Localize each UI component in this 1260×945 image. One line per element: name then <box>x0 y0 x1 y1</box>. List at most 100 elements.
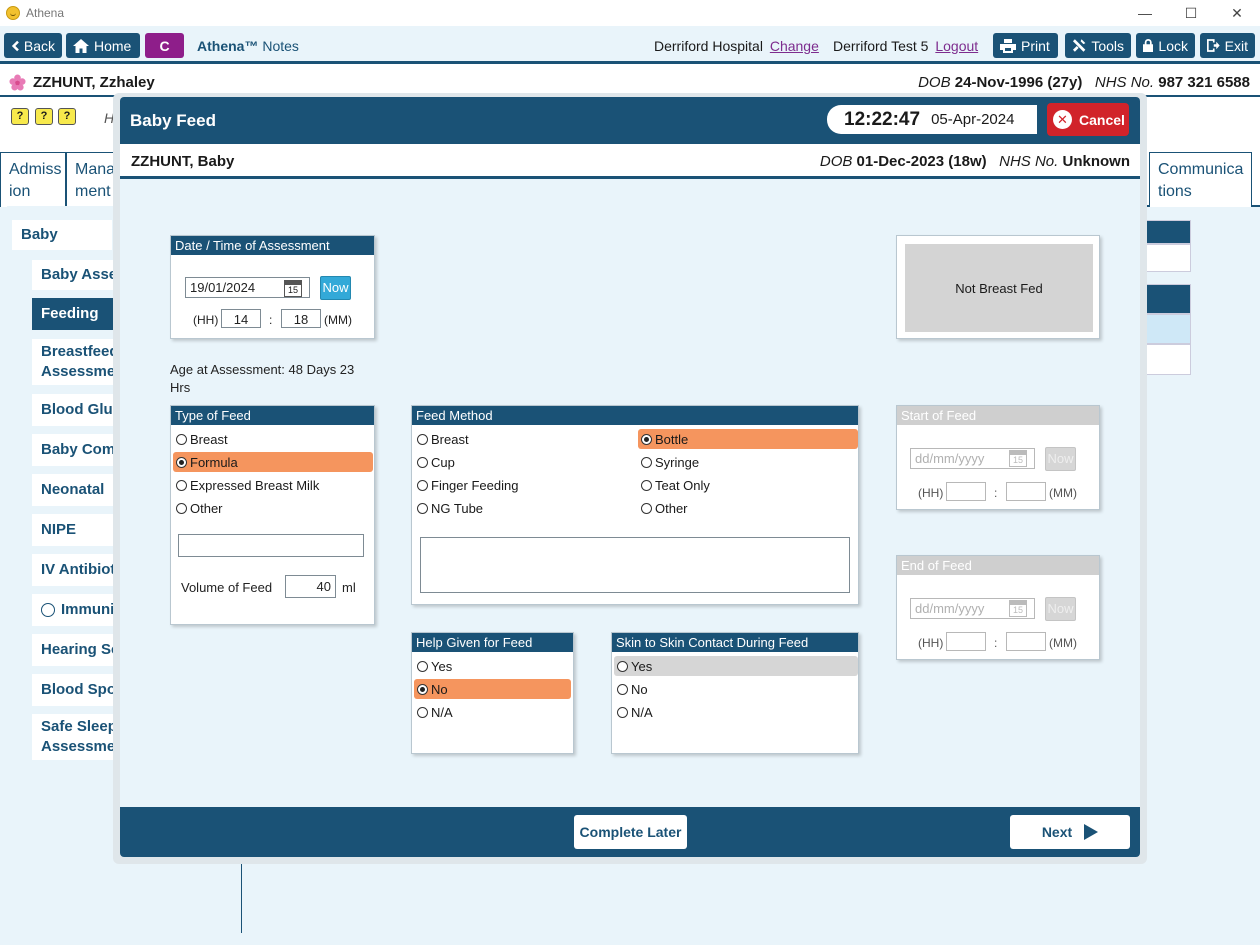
end-hour-input[interactable] <box>946 632 986 651</box>
background-panel-header <box>1141 284 1191 314</box>
dialog-footer: Complete Later Next <box>120 807 1140 857</box>
c-button[interactable]: C <box>145 33 184 58</box>
feed-method-option-ng-tube[interactable]: NG Tube <box>414 498 630 518</box>
panel-header: Type of Feed <box>171 406 374 425</box>
start-hour-input[interactable] <box>946 482 986 501</box>
next-label: Next <box>1041 824 1073 840</box>
dialog-title: Baby Feed <box>130 111 216 130</box>
mm-label: (MM) <box>1049 486 1077 500</box>
hh-label: (HH) <box>918 486 944 500</box>
feed-method-option-finger[interactable]: Finger Feeding <box>414 475 630 495</box>
dob-label: DOB <box>918 74 951 91</box>
tools-button[interactable]: Tools <box>1065 33 1131 58</box>
window-titlebar: Athena — ☐ ✕ <box>0 0 1260 26</box>
feed-type-option-formula[interactable]: Formula <box>173 452 373 472</box>
home-icon <box>73 38 89 53</box>
radio-icon <box>176 502 187 514</box>
baby-nhs-number: Unknown <box>1062 153 1131 170</box>
panel-header: Skin to Skin Contact During Feed <box>612 633 858 652</box>
start-minute-input[interactable] <box>1006 482 1046 501</box>
skin-option-no[interactable]: No <box>614 679 858 699</box>
cancel-label: Cancel <box>1079 111 1125 128</box>
printer-icon <box>1000 38 1016 53</box>
panel-header: Help Given for Feed <box>412 633 573 652</box>
window-title: Athena <box>26 6 65 20</box>
radio-icon <box>417 683 428 695</box>
feed-method-option-cup[interactable]: Cup <box>414 452 630 472</box>
athena-logo-icon <box>6 6 20 20</box>
radio-icon <box>641 456 652 468</box>
status-circle-icon <box>41 603 55 617</box>
close-window-icon[interactable]: ✕ <box>1214 0 1260 26</box>
clock-display: 12:22:47 05-Apr-2024 <box>827 105 1037 134</box>
sidebar-item-baby[interactable]: Baby <box>12 220 112 250</box>
feed-method-option-teat[interactable]: Teat Only <box>638 475 858 495</box>
start-now-button[interactable]: Now <box>1045 447 1076 471</box>
volume-unit: ml <box>342 580 356 595</box>
baby-dob: 01-Dec-2023 (18w) <box>856 153 987 170</box>
background-divider <box>241 860 242 933</box>
baby-name: ZZHUNT, Baby <box>131 153 235 170</box>
next-button[interactable]: Next <box>1010 815 1130 849</box>
now-button[interactable]: Now <box>320 276 351 300</box>
end-minute-input[interactable] <box>1006 632 1046 651</box>
option-label: Expressed Breast Milk <box>190 477 320 493</box>
option-label: Other <box>190 500 223 516</box>
complete-later-button[interactable]: Complete Later <box>574 815 687 849</box>
feed-method-option-other[interactable]: Other <box>638 498 858 518</box>
patient-demographics: DOB 24-Nov-1996 (27y) NHS No. 987 321 65… <box>918 74 1250 91</box>
feed-method-option-syringe[interactable]: Syringe <box>638 452 858 472</box>
exit-button[interactable]: Exit <box>1200 33 1255 58</box>
end-now-button[interactable]: Now <box>1045 597 1076 621</box>
calendar-icon[interactable]: 15 <box>1009 600 1027 617</box>
change-hospital-link[interactable]: Change <box>770 38 819 54</box>
calendar-icon[interactable]: 15 <box>284 280 302 297</box>
hh-label: (HH) <box>193 313 219 327</box>
patient-nhs-number: 987 321 6588 <box>1158 74 1250 91</box>
tab-communications[interactable]: Communica tions <box>1149 152 1252 207</box>
assessment-hour-input[interactable]: 14 <box>221 309 261 328</box>
back-button[interactable]: Back <box>4 33 62 58</box>
user-name: Derriford Test 5 <box>833 38 929 54</box>
volume-label: Volume of Feed <box>181 580 273 595</box>
assessment-minute-input[interactable]: 18 <box>281 309 321 328</box>
logout-link[interactable]: Logout <box>935 38 978 54</box>
feed-type-option-breast[interactable]: Breast <box>173 429 373 449</box>
print-button[interactable]: Print <box>993 33 1058 58</box>
feed-method-other-input[interactable] <box>420 537 850 593</box>
maximize-icon[interactable]: ☐ <box>1168 0 1214 26</box>
feed-type-option-ebm[interactable]: Expressed Breast Milk <box>173 475 373 495</box>
time-separator: : <box>994 486 998 500</box>
cancel-button[interactable]: ✕ Cancel <box>1047 103 1129 136</box>
help-option-no[interactable]: No <box>414 679 571 699</box>
volume-input[interactable]: 40 <box>285 575 336 598</box>
help-option-na[interactable]: N/A <box>414 702 571 722</box>
help-icon[interactable]: ? <box>11 108 29 125</box>
lock-button[interactable]: Lock <box>1136 33 1195 58</box>
skin-option-na[interactable]: N/A <box>614 702 858 722</box>
tab-admission[interactable]: Admiss ion <box>0 152 66 207</box>
radio-icon <box>417 433 428 445</box>
help-icon[interactable]: ? <box>58 108 76 125</box>
help-icon[interactable]: ? <box>35 108 53 125</box>
minimize-icon[interactable]: — <box>1122 0 1168 26</box>
feed-method-option-breast[interactable]: Breast <box>414 429 630 449</box>
feed-method-option-bottle[interactable]: Bottle <box>638 429 858 449</box>
option-label: NG Tube <box>431 500 484 516</box>
baby-feed-dialog: Baby Feed 12:22:47 05-Apr-2024 ✕ Cancel … <box>113 93 1147 864</box>
calendar-icon[interactable]: 15 <box>1009 450 1027 467</box>
skin-option-yes[interactable]: Yes <box>614 656 858 676</box>
feed-type-other-input[interactable] <box>178 534 364 557</box>
type-of-feed-panel: Type of Feed Breast Formula Expressed Br… <box>170 405 375 625</box>
option-label: Bottle <box>655 431 689 447</box>
radio-icon <box>417 456 428 468</box>
mm-label: (MM) <box>324 313 352 327</box>
help-option-yes[interactable]: Yes <box>414 656 571 676</box>
baby-banner: ZZHUNT, Baby DOB 01-Dec-2023 (18w) NHS N… <box>120 144 1140 179</box>
feed-type-option-other[interactable]: Other <box>173 498 373 518</box>
end-of-feed-panel: End of Feed dd/mm/yyyy 15 Now (HH) : (MM… <box>896 555 1100 660</box>
exit-label: Exit <box>1224 37 1248 54</box>
tools-label: Tools <box>1091 37 1124 54</box>
home-button[interactable]: Home <box>66 33 140 58</box>
age-at-assessment: Age at Assessment: 48 Days 23 Hrs <box>170 362 355 395</box>
